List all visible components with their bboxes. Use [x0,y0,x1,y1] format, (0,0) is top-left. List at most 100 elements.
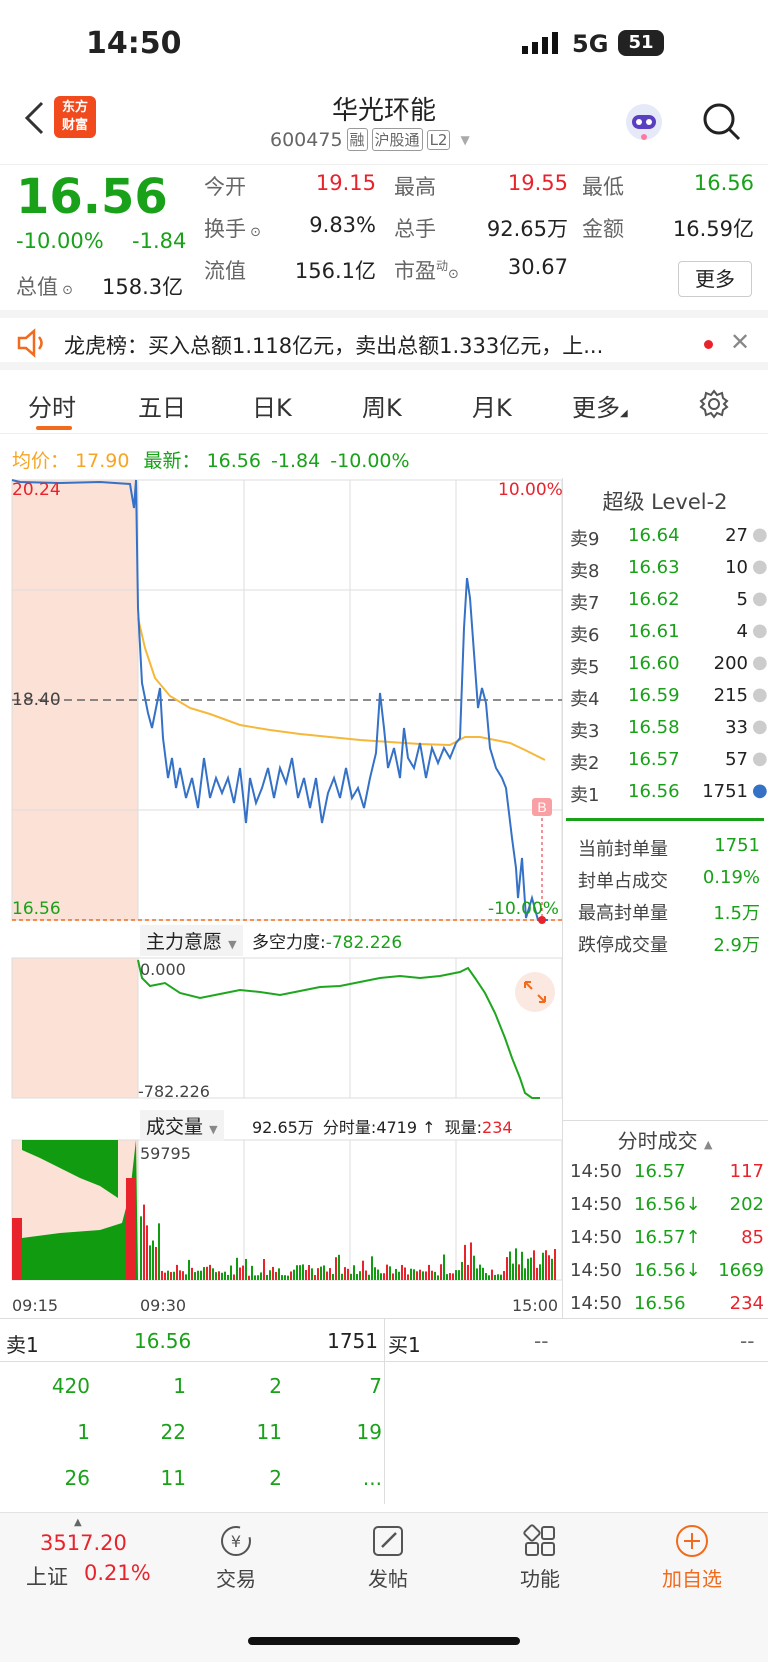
volume-bar [149,1245,151,1280]
ask-row[interactable]: 卖9 16.64 27 ● [562,520,768,552]
volume-bar [341,1273,343,1280]
info-icon[interactable]: ⊙ [448,267,459,282]
intraday-chart[interactable]: B [0,478,562,1308]
ask-row[interactable]: 卖8 16.63 10 ● [562,552,768,584]
ask-label: 卖2 [570,753,600,774]
volume-bar [488,1275,490,1280]
more-button[interactable]: 更多 [678,261,752,297]
queue-cell: 7 [369,1374,382,1398]
tab-daily-k[interactable]: 日K [252,388,292,423]
ask-vol: 200 [713,653,748,674]
volume-bar [470,1242,472,1280]
volume-bar [431,1270,433,1280]
volume-bar [275,1271,277,1280]
tab-weekly-k[interactable]: 周K [362,388,402,423]
svg-text:B: B [537,799,546,815]
change-amount: -1.84 [132,229,187,253]
volume-bar [401,1264,403,1280]
volume-max-label: 59795 [140,1144,191,1163]
ask-row[interactable]: 卖5 16.60 200 ● [562,648,768,680]
nav-add-watchlist[interactable]: 加自选 [632,1523,752,1592]
volume-bar [218,1271,220,1280]
volume-bar [332,1273,334,1280]
tab-fenshi[interactable]: 分时 [28,388,76,423]
index-pct[interactable]: 0.21% [84,1561,151,1585]
force-dropdown[interactable]: 主力意愿 ▼ [140,925,243,956]
force-desc-label: 多空力度: [252,933,326,953]
tab-more[interactable]: 更多◢ [572,388,628,423]
ask-row[interactable]: 卖4 16.59 215 ● [562,680,768,712]
now-value: 234 [482,1118,513,1137]
volume-bar [236,1257,238,1280]
nav-trade[interactable]: ¥ 交易 [176,1523,296,1592]
volume-bar [287,1275,289,1280]
ask-price: 16.60 [628,653,680,674]
trade-vol: 117 [729,1161,764,1182]
robot-assistant-icon[interactable] [624,102,664,146]
volume-bar [320,1266,322,1280]
info-icon[interactable]: ⊙ [58,283,73,298]
nav-function[interactable]: 功能 [480,1523,600,1592]
volume-bar [359,1271,361,1280]
ask-row[interactable]: 卖3 16.58 33 ● [562,712,768,744]
seal-stat-label: 最高封单量 [578,903,668,924]
seal-stat-row: 封单占成交 0.19% [578,862,764,894]
volume-bar [497,1274,499,1280]
signal-icon [522,32,562,58]
trade-time: 14:50 [570,1161,622,1182]
ask-dot: ● [752,684,768,705]
volume-bar [404,1267,406,1280]
info-icon[interactable]: ⊙ [246,225,261,240]
network-label: 5G [572,30,609,58]
total-value: 158.3亿 [102,275,184,299]
close-icon[interactable]: ✕ [730,328,750,356]
volume-dropdown[interactable]: 成交量 ▼ [140,1110,224,1141]
volume-bar [152,1240,154,1280]
plus-circle-icon [632,1523,752,1559]
volume-bar [536,1267,538,1280]
ask-dot: ● [752,716,768,737]
volume-bar [212,1268,214,1280]
volume-bar [506,1257,508,1280]
tab-5day[interactable]: 五日 [138,388,186,423]
trade-price: 16.56 [634,1293,686,1314]
notice-bar[interactable]: 龙虎榜：买入总额1.118亿元，卖出总额1.333亿元，上... ✕ [0,310,768,370]
volume-bar [437,1275,439,1280]
volume-bar [242,1265,244,1280]
chevron-down-icon[interactable]: ▼ [460,133,469,147]
trade-time: 14:50 [570,1227,622,1248]
trades-title[interactable]: 分时成交 ▲ [562,1120,768,1154]
trade-list: 14:50 16.57 117 14:50 16.56↓ 202 14:50 16.57↑ 85… [570,1156,764,1321]
volume-bar [383,1273,385,1280]
volume-bar [458,1270,460,1280]
volume-bar [467,1264,469,1280]
speaker-icon [16,328,48,362]
latest-value: 16.56 [206,450,261,472]
ask-row[interactable]: 卖1 16.56 1751 ● [562,776,768,808]
volume-desc: 92.65万 分时量:4719 ↑ 现量:234 [252,1114,513,1138]
volume-bar [377,1269,379,1280]
ask-label: 卖1 [570,785,600,806]
bottom-pct-label: -10.00% [488,899,559,919]
nav-post[interactable]: 发帖 [328,1523,448,1592]
level2-title[interactable]: 超级 Level-2 [562,486,768,516]
index-name[interactable]: 上证 [26,1561,68,1591]
ask-row[interactable]: 卖7 16.62 5 ● [562,584,768,616]
index-value[interactable]: 3517.20 [40,1531,127,1555]
queue-cell: 11 [160,1466,186,1490]
settings-gear-icon[interactable] [698,388,730,424]
ask-price: 16.59 [628,685,680,706]
volume-bar [323,1265,325,1280]
queue-cell: 2 [269,1374,282,1398]
trade-price: 16.56↓ [634,1260,701,1281]
ask-row[interactable]: 卖6 16.61 4 ● [562,616,768,648]
trade-row: 14:50 16.56↓ 1669 [570,1255,764,1288]
force-desc: 多空力度:-782.226 [252,928,402,953]
ask-row[interactable]: 卖2 16.57 57 ● [562,744,768,776]
volume-bar [176,1264,178,1280]
volume-bar [413,1269,415,1280]
volume-bar [314,1275,316,1280]
search-icon[interactable] [702,102,742,146]
volume-bar [350,1273,352,1280]
tab-monthly-k[interactable]: 月K [472,388,512,423]
